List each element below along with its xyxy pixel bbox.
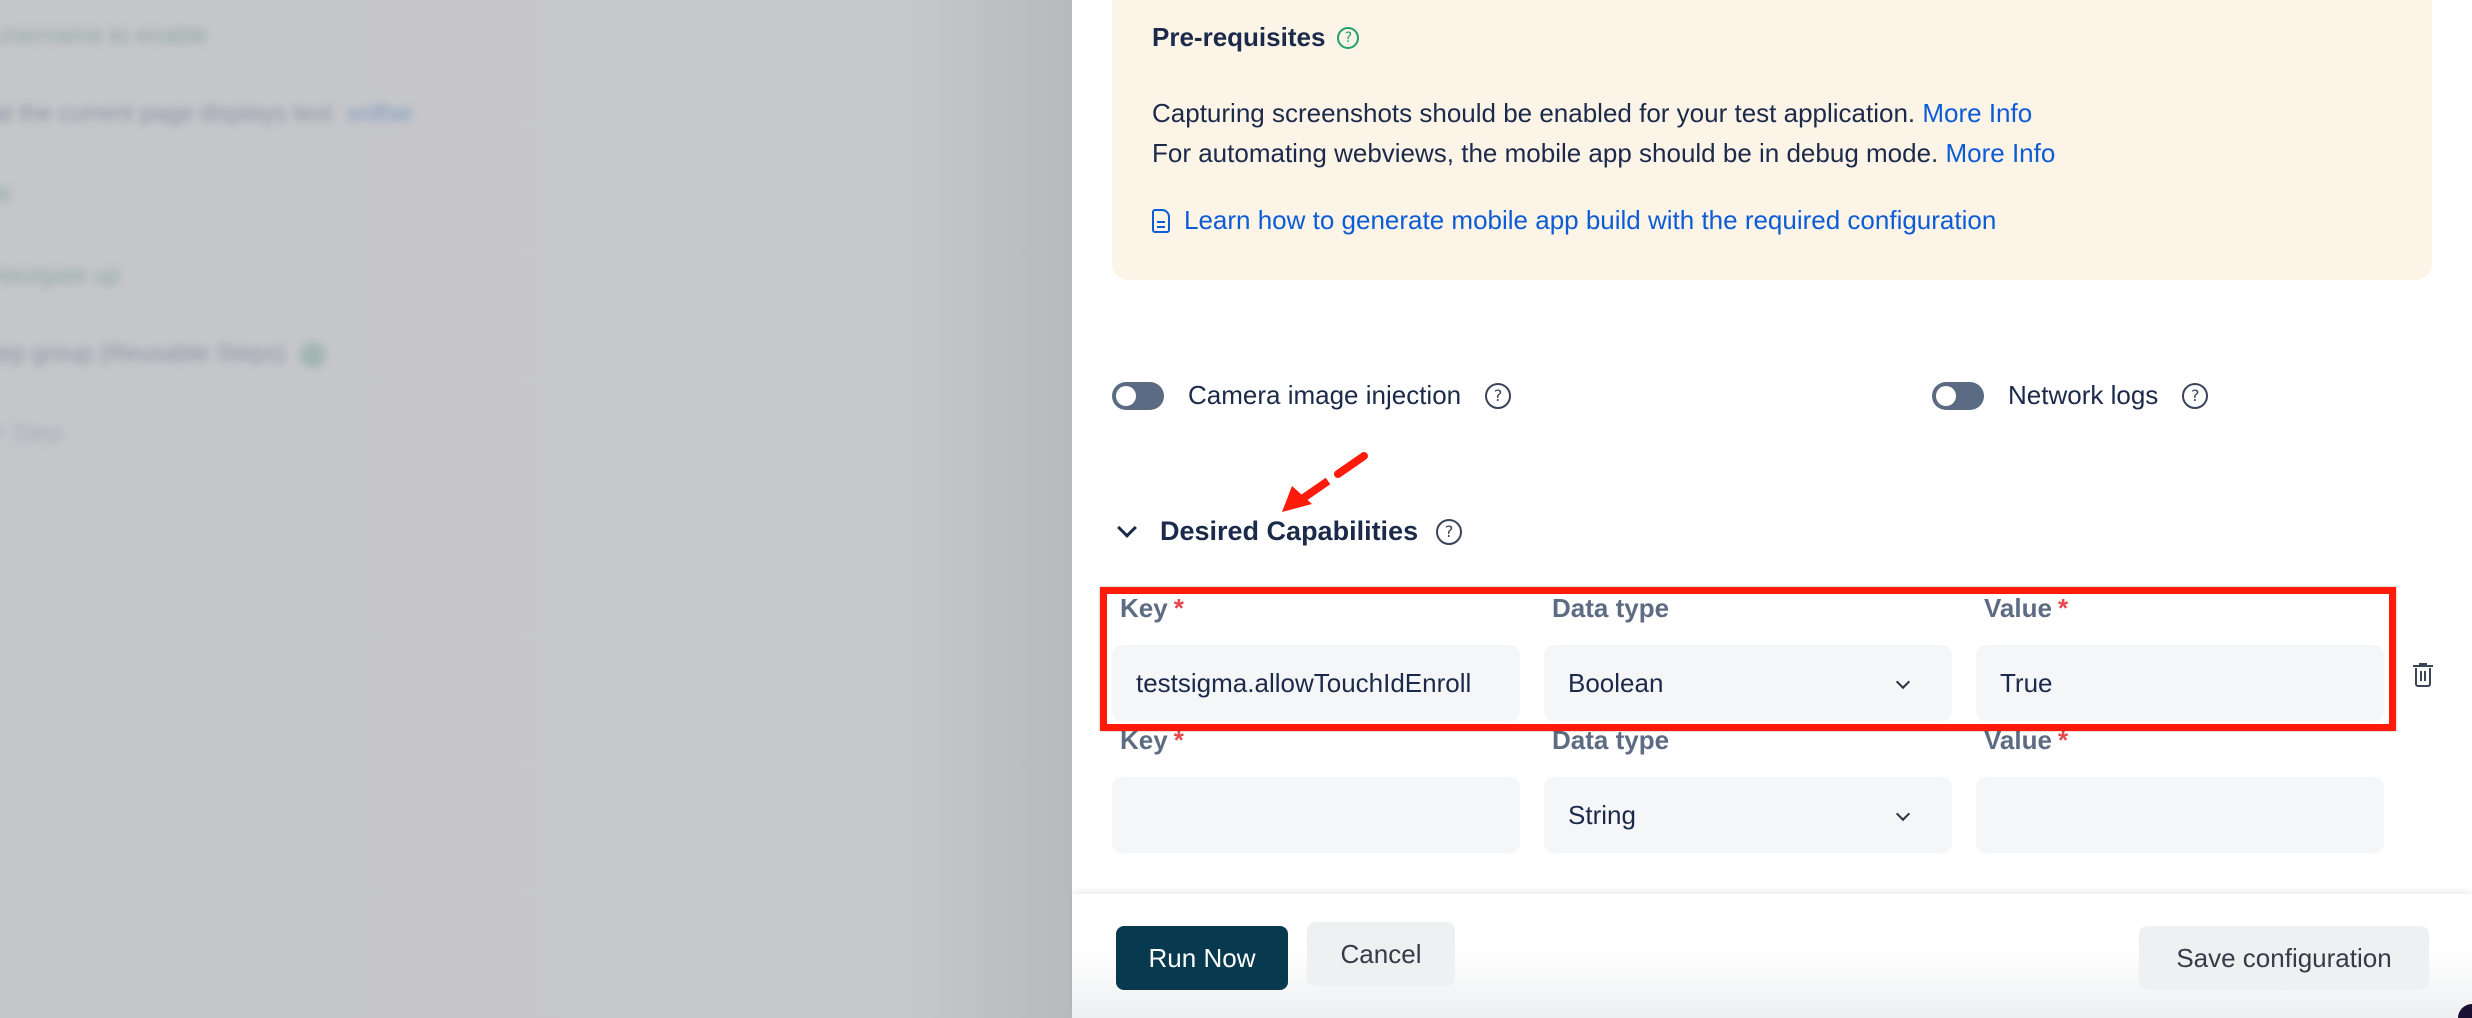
help-icon[interactable]: ? [1485,382,1512,409]
key-label: Key * [1120,725,1184,755]
key-input[interactable] [1112,777,1520,853]
more-info-link-webviews[interactable]: More Info [1946,138,2056,168]
desired-capabilities-header[interactable]: Desired Capabilities ? [1117,516,1463,547]
trash-icon[interactable] [2413,663,2433,687]
annotation-arrow-icon [1282,452,1368,512]
chevron-down-icon [1117,517,1137,538]
help-icon[interactable]: ? [1436,518,1463,545]
panel-footer: Run Now Cancel Save configuration [1072,894,2472,1018]
toggle-row: Camera image injection ? Network logs ? [1112,380,2432,414]
document-icon [1152,208,1170,233]
data-type-label: Data type [1552,593,1670,623]
prerequisites-title: Pre-requisites ? [1152,22,2392,53]
cancel-button[interactable]: Cancel [1307,922,1455,986]
run-now-button[interactable]: Run Now [1116,926,1288,990]
bg-step: Username to enable [0,22,209,49]
camera-image-injection-toggle[interactable] [1112,381,1164,410]
save-configuration-button[interactable]: Save configuration [2139,926,2429,990]
bg-step: le [0,180,11,207]
prerequisites-text: Capturing screenshots should be enabled … [1152,98,2056,168]
bg-step-group: tep group (Reusable Steps) [0,340,326,368]
prerequisites-box: Pre-requisites ? Capturing screenshots s… [1112,0,2432,280]
chevron-down-icon [1895,806,1911,822]
chevron-down-icon [1895,674,1911,690]
value-label: Value * [1984,725,2069,755]
network-logs-toggle[interactable] [1932,381,1984,410]
network-logs-setting: Network logs ? [1932,380,2209,411]
key-input[interactable]: testsigma.allowTouchIdEnroll [1112,645,1520,721]
bg-step: Navigate up [0,262,121,289]
window-corner [2458,1004,2472,1018]
value-label: Value * [1984,593,2069,623]
background-page: Username to enable at the current page d… [0,0,1072,1018]
capability-row: Key * testsigma.allowTouchIdEnroll Data t… [1112,593,2384,723]
capability-row: Key * Data type String Value * [1112,725,2384,855]
camera-image-injection-setting: Camera image injection ? [1112,380,1512,411]
key-label: Key * [1120,593,1184,623]
data-type-label: Data type [1552,725,1670,755]
learn-build-link[interactable]: Learn how to generate mobile app build w… [1152,205,2392,236]
bg-step: at the current page displays text xrdfse [0,100,412,127]
help-icon[interactable]: ? [1337,26,1360,49]
bg-add-step: + Step [0,420,63,447]
data-type-select[interactable]: Boolean [1544,645,1952,721]
value-input[interactable] [1976,777,2384,853]
data-type-select[interactable]: String [1544,777,1952,853]
more-info-link-screenshots[interactable]: More Info [1922,98,2032,128]
help-icon[interactable]: ? [2182,382,2209,409]
value-input[interactable]: True [1976,645,2384,721]
